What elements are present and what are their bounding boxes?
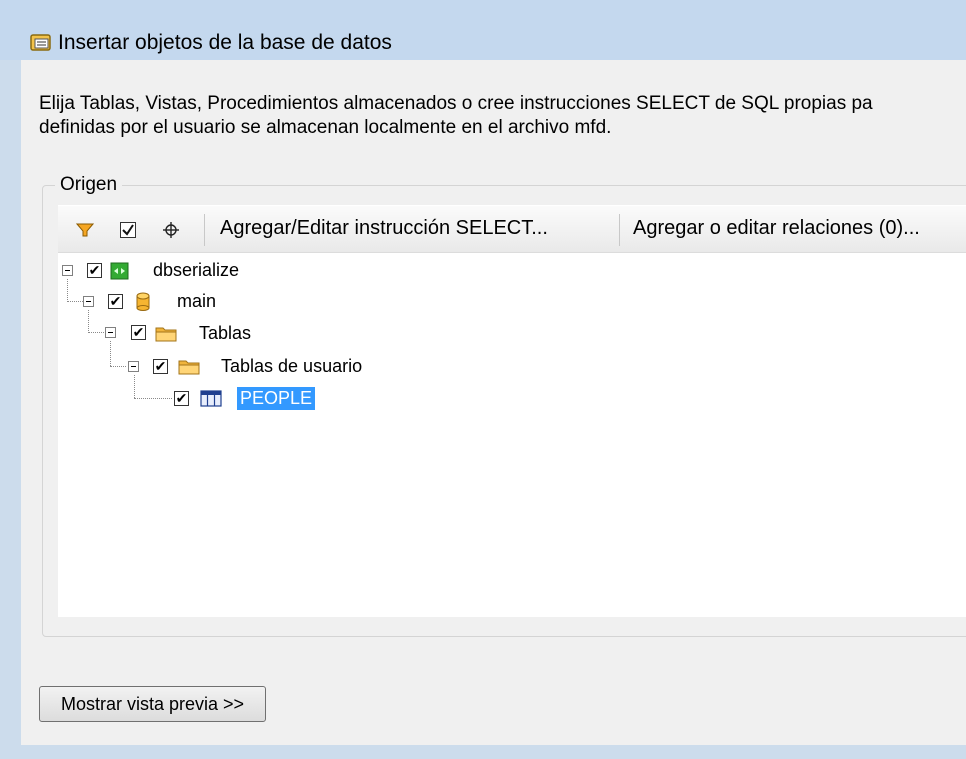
checkmark-icon[interactable] [119, 221, 137, 239]
tree-connector [67, 301, 83, 302]
tree-connector [67, 279, 68, 300]
node-checkbox[interactable]: ✔ [131, 325, 146, 340]
node-checkbox[interactable]: ✔ [174, 391, 189, 406]
database-connection-icon [110, 262, 129, 280]
tree-connector [88, 332, 104, 333]
table-icon [200, 390, 222, 407]
node-label: Tablas [199, 323, 252, 343]
tree-connector [88, 310, 89, 331]
tree-connector [110, 341, 111, 366]
node-label: dbserialize [153, 260, 240, 280]
instructions-line-2: definidas por el usuario se almacenan lo… [39, 117, 612, 138]
title-bar: Insertar objetos de la base de datos [0, 0, 966, 60]
collapse-toggle[interactable] [83, 296, 94, 307]
add-edit-relations-button[interactable]: Agregar o editar relaciones (0)... [633, 217, 920, 240]
window-title: Insertar objetos de la base de datos [58, 31, 392, 54]
node-label: Tablas de usuario [221, 356, 363, 376]
add-edit-select-button[interactable]: Agregar/Editar instrucción SELECT... [220, 217, 548, 240]
folder-icon [155, 327, 177, 342]
toolbar-separator [619, 214, 620, 246]
show-preview-button[interactable]: Mostrar vista previa >> [39, 686, 266, 722]
node-label: PEOPLE [237, 387, 316, 410]
source-group-label: Origen [55, 174, 123, 196]
collapse-toggle[interactable] [128, 361, 139, 372]
filter-icon[interactable] [76, 221, 94, 239]
node-label: main [177, 291, 217, 311]
collapse-toggle[interactable] [105, 327, 116, 338]
tree-connector [110, 366, 126, 367]
toolbar-separator [204, 214, 205, 246]
folder-icon [178, 360, 200, 375]
node-checkbox[interactable]: ✔ [153, 359, 168, 374]
node-checkbox[interactable]: ✔ [108, 294, 123, 309]
node-checkbox[interactable]: ✔ [87, 263, 102, 278]
tree-connector [134, 398, 172, 399]
tree-connector [134, 375, 135, 398]
database-icon [136, 292, 150, 311]
instructions-text: Elija Tablas, Vistas, Procedimientos alm… [39, 92, 966, 140]
collapse-toggle[interactable] [62, 265, 73, 276]
database-objects-icon [30, 34, 51, 51]
crosshair-icon[interactable] [162, 221, 180, 239]
instructions-line-1: Elija Tablas, Vistas, Procedimientos alm… [39, 93, 873, 114]
dialog-bottom-border [0, 745, 966, 759]
